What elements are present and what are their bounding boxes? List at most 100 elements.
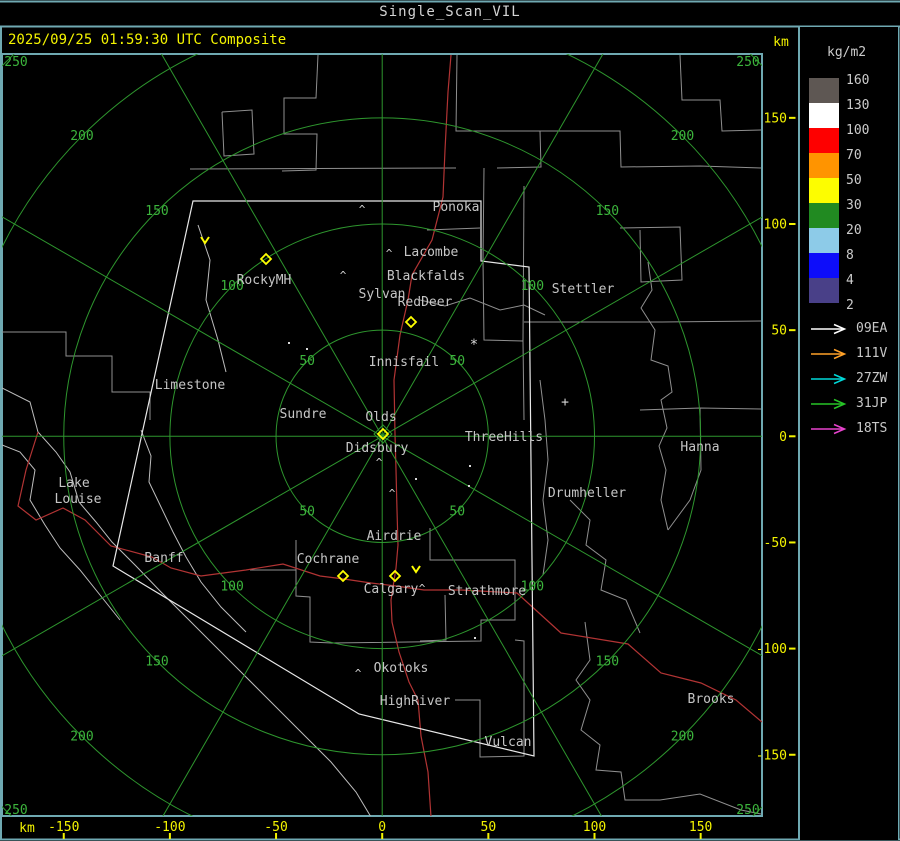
ring-distance-label: 250: [736, 803, 759, 818]
ring-distance-label: 150: [145, 654, 168, 669]
y-axis-tick-label: 100: [764, 218, 787, 233]
summit-caret-marker: ^: [376, 456, 383, 469]
ring-distance-label: 200: [671, 129, 694, 144]
town-dot-marker: [469, 465, 471, 467]
radar-site-legend-row-09EA: 09EA: [810, 316, 898, 341]
county-boundary: [419, 594, 447, 642]
place-label-didsbury: Didsbury: [346, 441, 409, 456]
storm-motion-arrow: [200, 236, 210, 245]
place-label-olds: Olds: [365, 410, 396, 425]
summit-caret-marker: ^: [355, 667, 362, 680]
colorbar-swatches: [809, 78, 839, 303]
bottom-axis-unit-label: km: [19, 821, 35, 836]
right-axis-unit-label: km: [773, 35, 789, 50]
y-axis-tick-label: 150: [764, 111, 787, 126]
county-boundary: [455, 54, 542, 169]
x-axis-tick-label: 50: [481, 820, 497, 835]
asterisk-marker: *: [470, 337, 478, 353]
radar-arrow-icon: [811, 398, 847, 409]
town-dot-marker: [468, 485, 470, 487]
storm-motion-arrow: [411, 565, 421, 574]
ring-distance-label: 50: [449, 354, 465, 369]
town-dot-marker: [474, 637, 476, 639]
town-dot-marker: [415, 478, 417, 480]
colorbar-swatch-50: [809, 178, 839, 203]
summit-caret-marker: ^: [419, 582, 426, 595]
place-label-ponoka: Ponoka: [433, 200, 480, 215]
park-boundary: [197, 224, 227, 373]
ring-distance-label: 100: [521, 279, 544, 294]
ring-distance-label: 200: [70, 129, 93, 144]
place-label-rockymh: RockyMH: [237, 273, 292, 288]
x-axis-tick-label: 0: [378, 820, 386, 835]
county-boundary: [524, 320, 762, 323]
colorbar-units-label: kg/m2: [827, 45, 867, 60]
x-axis-tick-label: 150: [689, 820, 712, 835]
colorbar-swatch-30: [809, 203, 839, 228]
colorbar-swatch-8: [809, 253, 839, 278]
azimuth-line-330: [160, 54, 383, 437]
plus-marker: +: [561, 395, 569, 410]
town-dot-marker: [288, 342, 290, 344]
radar-arrow-icon: [811, 348, 847, 359]
place-label-strathmore: Strathmore: [448, 584, 526, 599]
place-label-stettler: Stettler: [552, 282, 615, 297]
radar-site-legend: 09EA 111V 27ZW 31JP 18TS: [810, 316, 898, 441]
radar-map-canvas: 50 5050 50100 100100 100150 150150 150200 20020…: [0, 0, 900, 841]
summit-caret-marker: ^: [389, 487, 396, 500]
ring-distance-label: 50: [299, 504, 315, 519]
ring-distance-label: 50: [449, 504, 465, 519]
ring-distance-label: 150: [145, 204, 168, 219]
park-boundary: [2, 444, 121, 621]
county-boundary: [575, 621, 762, 815]
colorbar-value-20: 20: [846, 223, 862, 238]
y-axis-tick-label: -150: [756, 748, 787, 763]
radar-coverage-boundary: [112, 200, 535, 757]
place-label-brooks: Brooks: [688, 692, 735, 707]
window-borders: [0, 0, 900, 841]
county-boundary: [2, 331, 151, 420]
county-boundary: [540, 130, 762, 169]
place-label-lake: Lake: [58, 476, 89, 491]
county-boundary: [482, 167, 525, 421]
site-diamond-marker: [404, 315, 418, 329]
radar-site-legend-row-18TS: 18TS: [810, 416, 898, 441]
ring-distance-label: 250: [4, 803, 27, 818]
colorbar-value-130: 130: [846, 98, 870, 113]
place-label-reddeer: RedDeer: [398, 295, 453, 310]
colorbar-swatch-4: [809, 278, 839, 303]
radar-site-legend-row-27ZW: 27ZW: [810, 366, 898, 391]
radar-site-legend-row-111V: 111V: [810, 341, 898, 366]
county-boundary: [522, 185, 525, 342]
colorbar-value-50: 50: [846, 173, 862, 188]
ring-distance-label: 200: [70, 730, 93, 745]
azimuth-line-30: [381, 54, 604, 437]
summit-caret-marker: ^: [386, 247, 393, 260]
colorbar-swatch-70: [809, 153, 839, 178]
x-axis-tick-label: -150: [48, 820, 79, 835]
ring-distance-label: 200: [671, 730, 694, 745]
y-axis-tick-label: 50: [771, 324, 787, 339]
place-label-highriver: HighRiver: [380, 694, 451, 709]
radar-site-id: 111V: [856, 346, 888, 361]
colorbar-value-4: 4: [846, 273, 854, 288]
radar-app-window: { "window": { "title": "Single_Scan_VIL"…: [0, 0, 900, 841]
radar-site-legend-row-31JP: 31JP: [810, 391, 898, 416]
radar-arrow-icon: [811, 373, 847, 384]
colorbar-swatch-160: [809, 78, 839, 103]
place-label-banff: Banff: [144, 551, 183, 566]
town-dot-marker: [306, 348, 308, 350]
place-label-calgary: Calgary: [364, 582, 419, 597]
radar-site-id: 31JP: [856, 396, 888, 411]
colorbar-value-160: 160: [846, 73, 870, 88]
radar-arrow-icon: [811, 423, 847, 434]
x-axis-tick-label: -100: [154, 820, 185, 835]
place-label-hanna: Hanna: [680, 440, 719, 455]
radar-site-id: 18TS: [856, 421, 888, 436]
county-boundary: [569, 499, 641, 634]
county-boundary: [221, 109, 255, 157]
radar-site-id: 27ZW: [856, 371, 888, 386]
park-boundary: [140, 429, 247, 633]
place-label-lacombe: Lacombe: [404, 245, 459, 260]
colorbar-value-70: 70: [846, 148, 862, 163]
